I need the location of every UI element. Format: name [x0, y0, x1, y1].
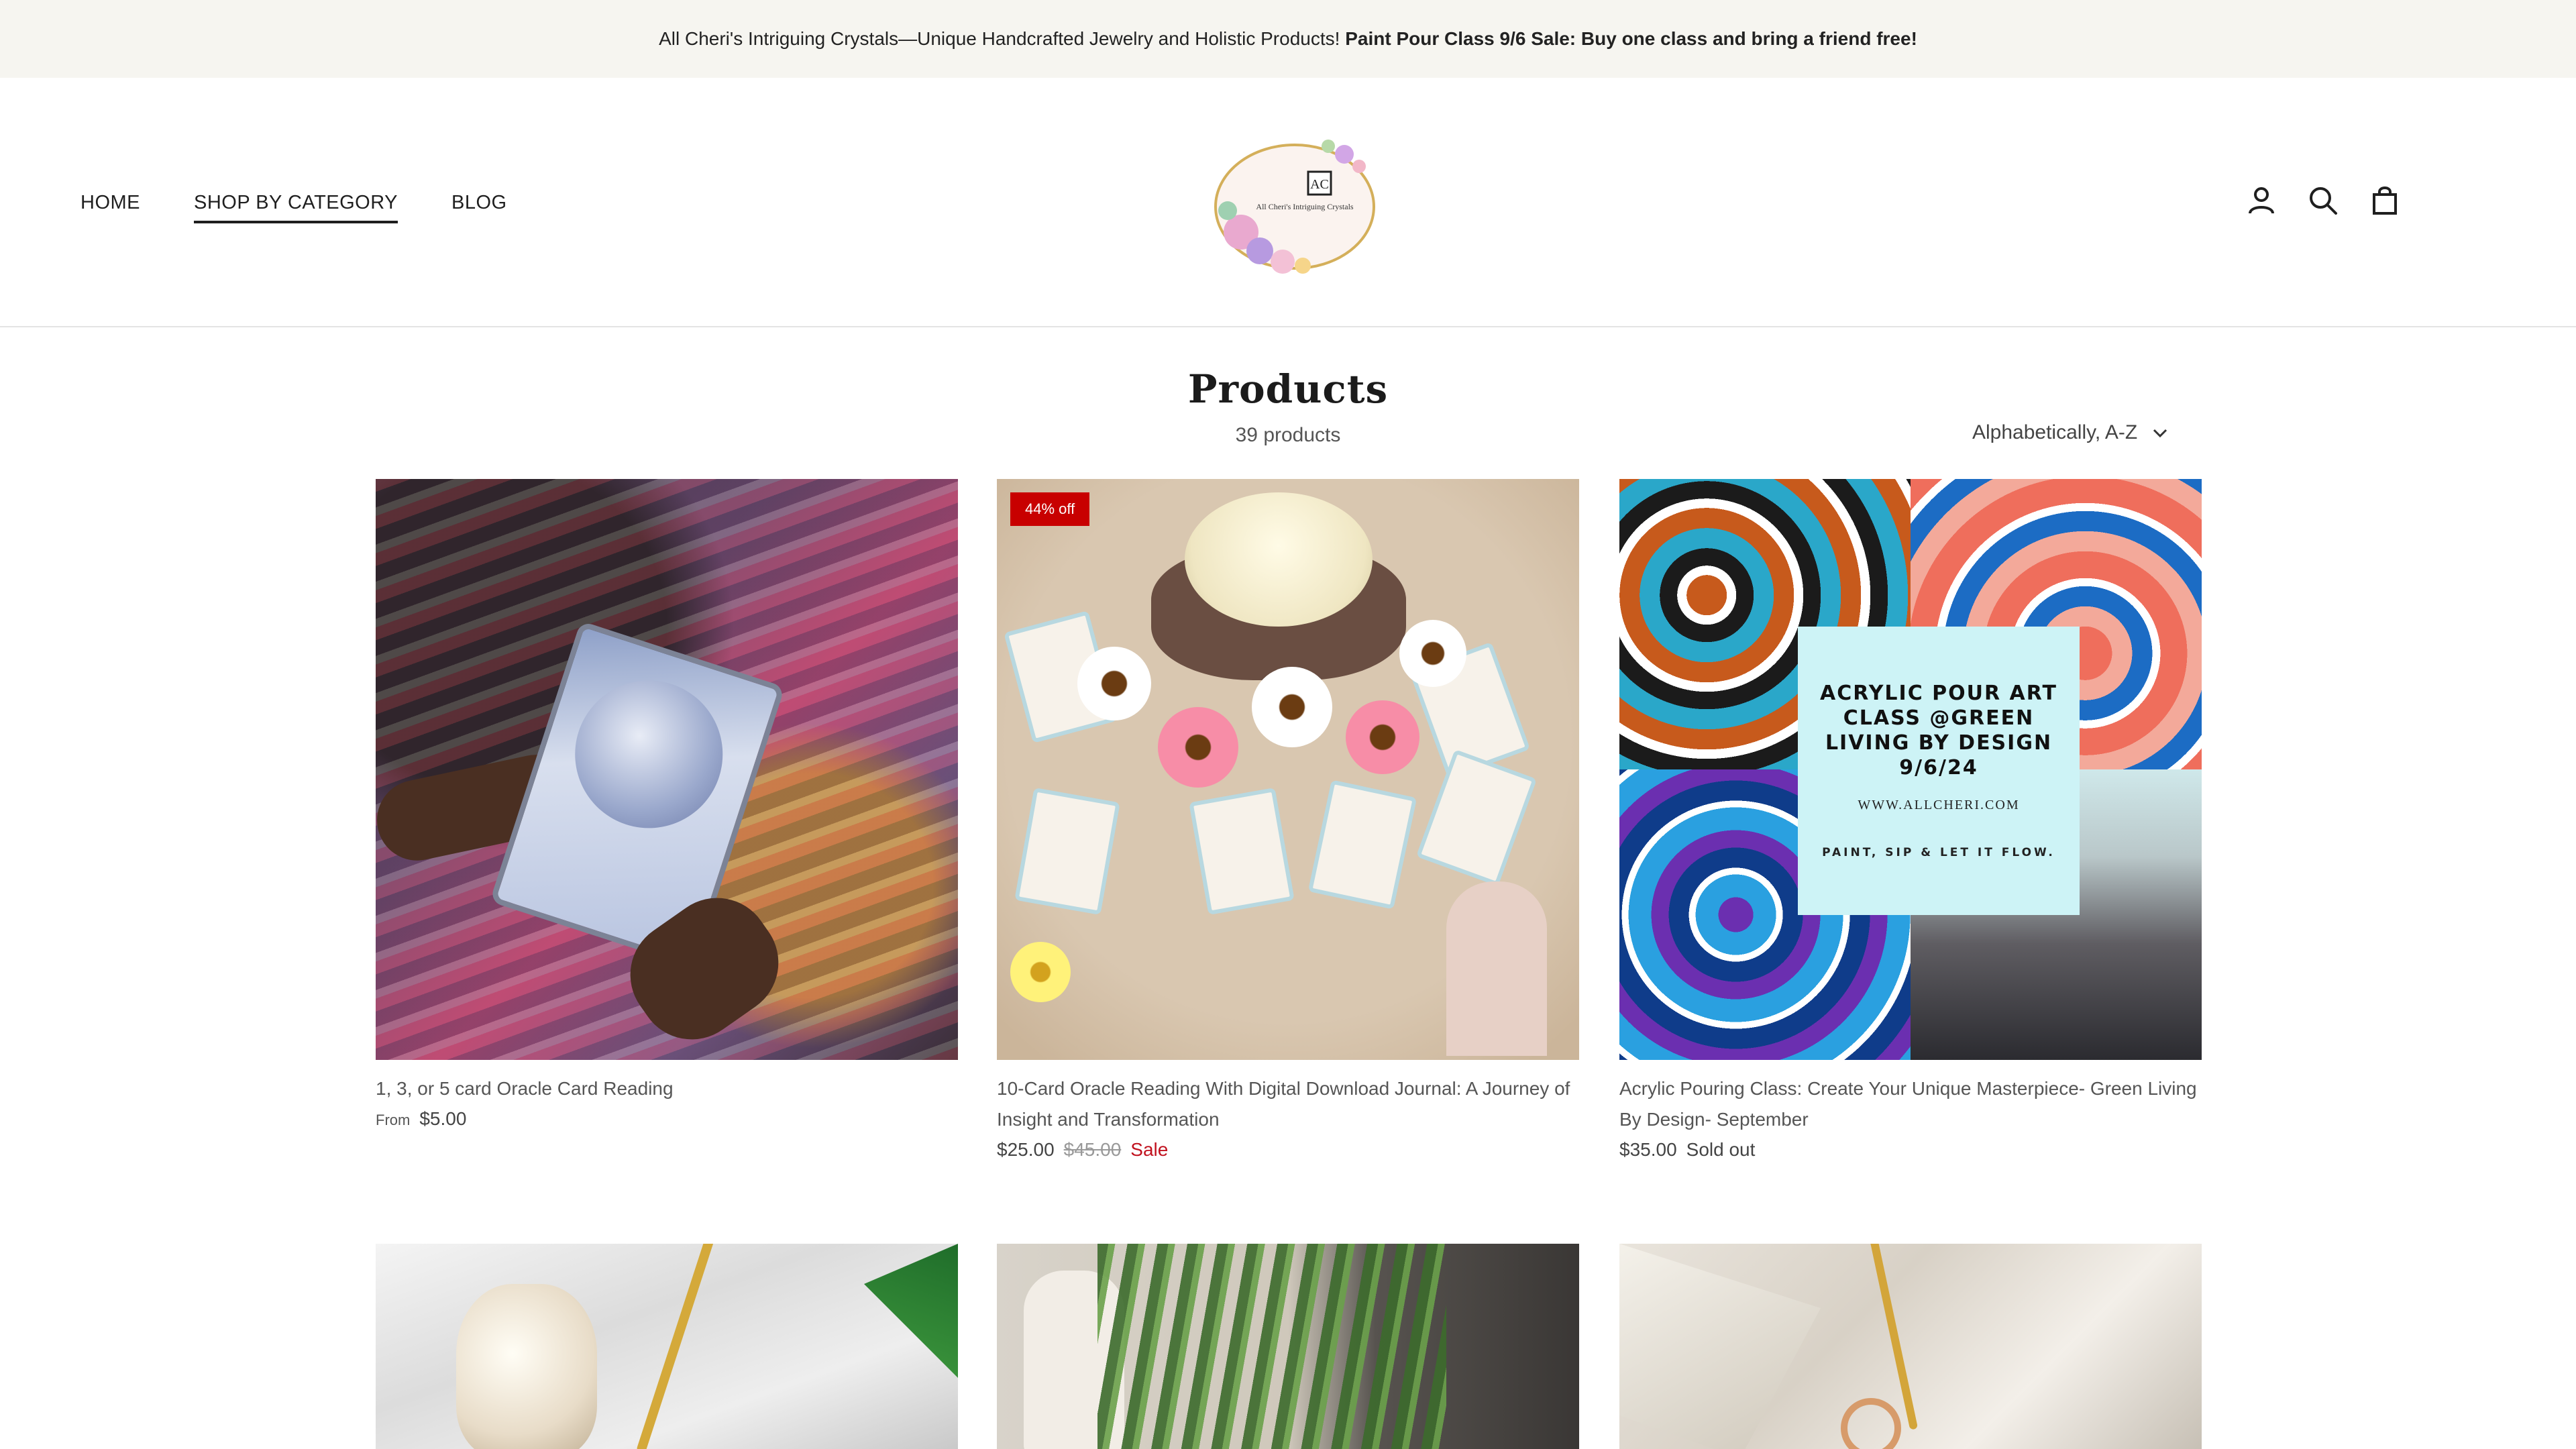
sort-label: Alphabetically, A-Z	[1972, 421, 2138, 443]
product-title[interactable]: Acrylic Pouring Class: Create Your Uniqu…	[1619, 1073, 2202, 1135]
chevron-down-icon	[2153, 429, 2167, 438]
nav-item-shop-by-category[interactable]: SHOP BY CATEGORY	[194, 192, 398, 223]
product-title[interactable]: 1, 3, or 5 card Oracle Card Reading	[376, 1073, 958, 1104]
header-icons	[2245, 184, 2402, 217]
sold-out-label: Sold out	[1686, 1139, 1756, 1160]
product-card[interactable]	[1619, 1244, 2202, 1449]
product-price: $35.00 Sold out	[1619, 1135, 2202, 1165]
announcement-sale-text: Paint Pour Class 9/6 Sale: Buy one class…	[1345, 28, 1917, 49]
discount-badge: 44% off	[1010, 492, 1090, 526]
product-card[interactable]	[376, 1244, 958, 1449]
product-card[interactable]: 44% off 10-Card Oracle Reading With Digi…	[997, 479, 1579, 1165]
nav-item-home[interactable]: HOME	[80, 192, 140, 223]
logo-wreath-icon: AC All Cheri's Intriguing Crystals	[1214, 140, 1375, 274]
product-price: From $5.00	[376, 1104, 958, 1135]
product-count: 39 products	[1235, 424, 1341, 446]
logo-monogram: AC	[1310, 177, 1329, 192]
product-image-acrylic-pour[interactable]: ACRYLIC POUR ART CLASS @GREEN LIVING BY …	[1619, 479, 2202, 1060]
main-nav: HOME SHOP BY CATEGORY BLOG	[80, 192, 507, 223]
product-title[interactable]: 10-Card Oracle Reading With Digital Down…	[997, 1073, 1579, 1135]
search-icon[interactable]	[2306, 184, 2340, 217]
product-image-crystal-necklace[interactable]	[376, 1244, 958, 1449]
product-image-plant-vase[interactable]	[997, 1244, 1579, 1449]
sort-dropdown[interactable]: Alphabetically, A-Z	[1972, 421, 2169, 444]
page-title: Products	[1187, 366, 1389, 412]
sale-label: Sale	[1130, 1139, 1169, 1160]
compare-price: $45.00	[1063, 1139, 1122, 1160]
product-card[interactable]: 1, 3, or 5 card Oracle Card Reading From…	[376, 479, 958, 1135]
announcement-bar: All Cheri's Intriguing Crystals—Unique H…	[0, 0, 2576, 78]
announcement-text: All Cheri's Intriguing Crystals—Unique H…	[659, 28, 1340, 49]
promo-tagline: PAINT, SIP & LET IT FLOW.	[1822, 845, 2055, 859]
product-image-gold-necklace[interactable]	[1619, 1244, 2202, 1449]
product-price: $25.00 $45.00 Sale	[997, 1135, 1579, 1165]
product-image-oracle-reading[interactable]	[997, 479, 1579, 1060]
account-icon[interactable]	[2245, 184, 2278, 217]
price-value: $5.00	[419, 1108, 467, 1129]
logo-text: All Cheri's Intriguing Crystals	[1256, 202, 1353, 211]
promo-heading: ACRYLIC POUR ART CLASS @GREEN LIVING BY …	[1820, 681, 2057, 780]
site-header: HOME SHOP BY CATEGORY BLOG AC All Cheri'…	[0, 78, 2576, 327]
product-card[interactable]: ACRYLIC POUR ART CLASS @GREEN LIVING BY …	[1619, 479, 2202, 1165]
promo-url: WWW.ALLCHERI.COM	[1858, 797, 2020, 812]
site-logo[interactable]: AC All Cheri's Intriguing Crystals	[1201, 131, 1389, 286]
price-value: $25.00	[997, 1139, 1055, 1160]
nav-item-blog[interactable]: BLOG	[451, 192, 507, 223]
class-promo-panel: ACRYLIC POUR ART CLASS @GREEN LIVING BY …	[1798, 627, 2080, 915]
price-prefix: From	[376, 1112, 411, 1128]
product-card[interactable]	[997, 1244, 1579, 1449]
product-image-oracle-card[interactable]	[376, 479, 958, 1060]
cart-icon[interactable]	[2368, 184, 2402, 217]
price-value: $35.00	[1619, 1139, 1677, 1160]
